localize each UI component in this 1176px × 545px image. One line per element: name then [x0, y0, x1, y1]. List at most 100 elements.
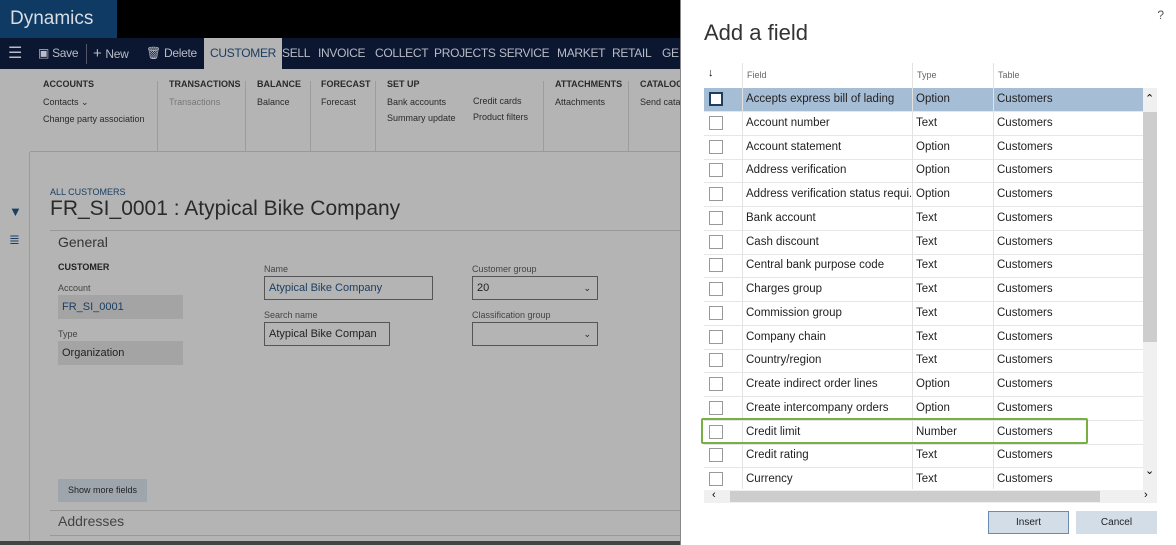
change-party-button[interactable]: Change party association — [43, 114, 145, 124]
row-checkbox[interactable] — [709, 115, 723, 130]
customer-group-label: Customer group — [472, 264, 537, 274]
transactions-button[interactable]: Transactions — [169, 97, 241, 107]
row-checkbox[interactable] — [709, 210, 723, 225]
field-name: Charges group — [746, 283, 823, 295]
field-name: Commission group — [746, 306, 842, 319]
field-row[interactable]: Central bank purpose code Text Customers — [704, 254, 1144, 279]
contacts-button[interactable]: Contacts ⌄ — [43, 97, 145, 108]
bank-accounts-button[interactable]: Bank accounts — [387, 97, 456, 107]
type-field[interactable]: Organization — [58, 341, 183, 365]
group-attachments: ATTACHMENTS Attachments — [555, 79, 623, 107]
field-row[interactable]: Accepts express bill of lading Option Cu… — [704, 88, 1144, 112]
row-checkbox[interactable] — [709, 353, 723, 368]
field-type: Text — [916, 473, 938, 485]
scroll-up-icon[interactable]: ⌃ — [1145, 92, 1154, 105]
sort-arrow-icon[interactable]: ↓ — [708, 67, 714, 79]
column-header-type[interactable]: Type — [917, 70, 937, 80]
row-checkbox[interactable] — [709, 400, 723, 415]
group-accounts: ACCOUNTS Contacts ⌄ Change party associati… — [43, 79, 145, 124]
field-name: Cash discount — [746, 235, 819, 248]
field-row[interactable]: Address verification Option Customers — [704, 159, 1144, 184]
field-table: Customers — [997, 259, 1053, 272]
field-row[interactable]: Account statement Option Customers — [704, 136, 1144, 160]
row-checkbox[interactable] — [709, 258, 723, 273]
row-checkbox[interactable] — [709, 448, 723, 463]
field-table: Customers — [997, 330, 1053, 343]
tab-general[interactable]: GE — [662, 38, 679, 69]
field-row[interactable]: Credit rating Text Customers — [704, 444, 1144, 469]
ribbon: ACCOUNTS Contacts ⌄ Change party associati… — [30, 69, 680, 152]
forecast-button[interactable]: Forecast — [321, 97, 371, 107]
cancel-button[interactable]: Cancel — [1076, 511, 1157, 534]
account-field[interactable]: FR_SI_0001 — [58, 295, 183, 319]
tab-market[interactable]: MARKET — [557, 38, 606, 69]
classification-group-select[interactable]: ⌄ — [472, 322, 598, 346]
tab-customer[interactable]: CUSTOMER — [204, 38, 283, 69]
product-filters-button[interactable]: Product filters — [473, 112, 528, 122]
search-name-input[interactable]: Atypical Bike Compan — [264, 322, 390, 346]
row-checkbox[interactable] — [709, 282, 723, 296]
scroll-right-icon[interactable]: › — [1144, 489, 1148, 501]
row-checkbox[interactable] — [709, 163, 723, 178]
balance-button[interactable]: Balance — [257, 97, 301, 107]
tab-sell[interactable]: SELL — [282, 38, 310, 69]
group-balance: BALANCE Balance — [257, 79, 301, 107]
field-table: Customers — [997, 211, 1053, 224]
row-checkbox[interactable] — [709, 234, 723, 249]
field-row[interactable]: Currency Text Customers — [704, 468, 1144, 492]
new-button[interactable]: + New — [86, 44, 129, 64]
scroll-down-icon[interactable]: ⌄ — [1145, 464, 1154, 477]
delete-button[interactable]: 🗑 Delete — [146, 38, 197, 69]
show-more-fields-button[interactable]: Show more fields — [58, 479, 147, 502]
save-button[interactable]: ▣ Save — [38, 38, 79, 69]
field-row[interactable]: Account number Text Customers — [704, 112, 1144, 136]
field-row[interactable]: Create indirect order lines Option Custo… — [704, 373, 1144, 397]
section-addresses[interactable]: Addresses — [58, 513, 124, 529]
credit-cards-button[interactable]: Credit cards — [473, 96, 528, 106]
horizontal-scrollbar[interactable]: ‹ › — [704, 489, 1157, 503]
field-row[interactable]: Cash discount Text Customers — [704, 231, 1144, 255]
column-header-table[interactable]: Table — [998, 70, 1020, 80]
field-name: Company chain — [746, 330, 826, 343]
scroll-left-icon[interactable]: ‹ — [712, 489, 716, 501]
menu-button[interactable]: ☰ — [8, 38, 22, 69]
send-catalog-button[interactable]: Send cata — [640, 97, 680, 107]
customer-group-select[interactable]: 20 ⌄ — [472, 276, 598, 300]
field-type: Text — [916, 259, 938, 272]
tab-projects[interactable]: PROJECTS — [434, 38, 496, 69]
field-row[interactable]: Commission group Text Customers — [704, 302, 1144, 326]
field-row[interactable]: Company chain Text Customers — [704, 326, 1144, 350]
row-checkbox[interactable] — [709, 187, 723, 201]
field-table: Customers — [997, 449, 1053, 462]
tab-invoice[interactable]: INVOICE — [318, 38, 366, 69]
breadcrumb[interactable]: ALL CUSTOMERS — [50, 187, 126, 197]
list-icon[interactable]: ≣ — [9, 232, 20, 248]
row-checkbox[interactable] — [709, 139, 723, 154]
column-header-field[interactable]: Field — [747, 70, 767, 80]
filter-icon[interactable]: ▼ — [9, 204, 22, 219]
field-row[interactable]: Charges group Text Customers — [704, 278, 1144, 302]
field-table: Customers — [997, 116, 1053, 129]
h-scrollbar-thumb[interactable] — [730, 491, 1100, 502]
field-name: Account statement — [746, 140, 842, 153]
vertical-scrollbar[interactable]: ⌃ ⌄ — [1143, 88, 1157, 490]
row-checkbox[interactable] — [709, 329, 723, 344]
tab-retail[interactable]: RETAIL — [612, 38, 652, 69]
row-checkbox[interactable] — [709, 305, 723, 320]
row-checkbox[interactable] — [709, 92, 723, 106]
help-icon[interactable]: ? — [1157, 8, 1164, 22]
section-general[interactable]: General — [58, 234, 108, 250]
name-input[interactable]: Atypical Bike Company — [264, 276, 433, 300]
tab-collect[interactable]: COLLECT — [375, 38, 429, 69]
row-checkbox[interactable] — [709, 377, 723, 391]
field-row[interactable]: Bank account Text Customers — [704, 207, 1144, 231]
summary-update-button[interactable]: Summary update — [387, 113, 456, 123]
tab-service[interactable]: SERVICE — [499, 38, 550, 69]
insert-button[interactable]: Insert — [988, 511, 1069, 534]
field-type: Text — [916, 283, 938, 295]
field-row[interactable]: Country/region Text Customers — [704, 349, 1144, 374]
attachments-button[interactable]: Attachments — [555, 97, 622, 107]
field-row[interactable]: Address verification status requi... Opt… — [704, 183, 1144, 207]
scrollbar-thumb[interactable] — [1143, 112, 1157, 342]
row-checkbox[interactable] — [709, 472, 723, 486]
